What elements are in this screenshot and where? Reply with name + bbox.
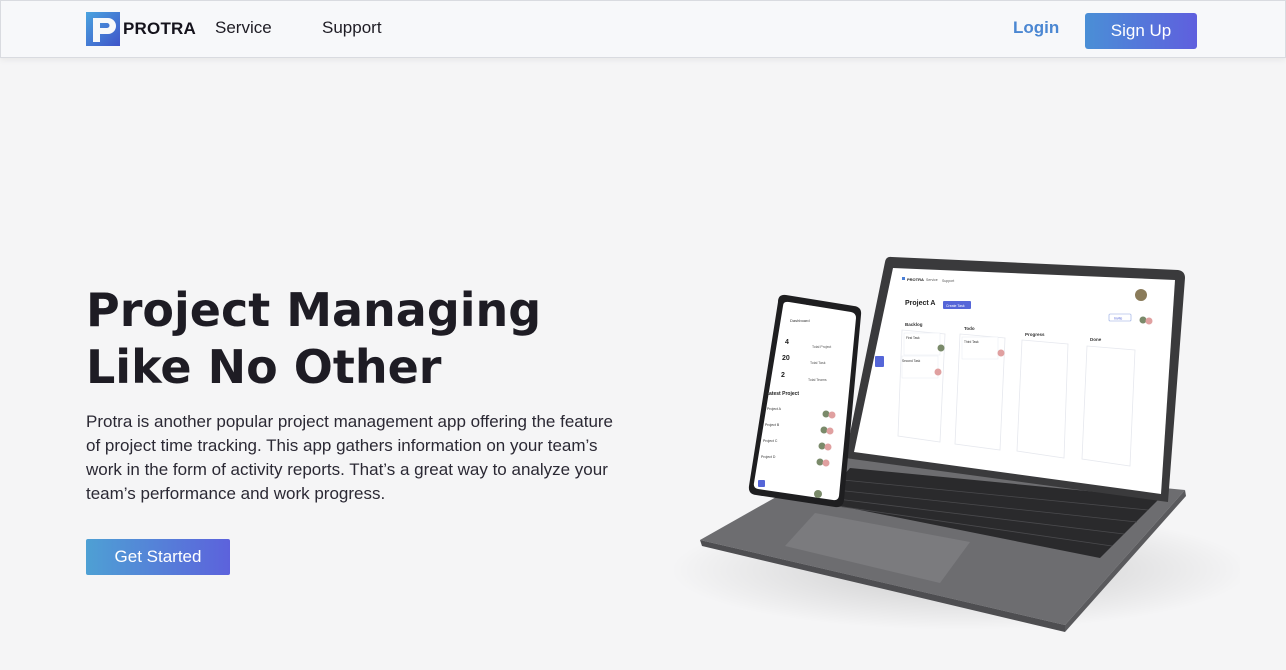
hero-title-line1: Project Managing xyxy=(86,283,542,337)
hero-description: Protra is another popular project manage… xyxy=(86,412,614,503)
protra-logo-icon xyxy=(86,12,120,46)
phone-stat-label-2: Total Teams xyxy=(808,378,827,382)
phone-project-1: Project B xyxy=(765,423,780,427)
signup-button[interactable]: Sign Up xyxy=(1085,13,1197,49)
login-link[interactable]: Login xyxy=(1013,18,1059,38)
phone-stat-label-0: Total Project xyxy=(812,345,831,349)
laptop-column-backlog: Backlog xyxy=(905,322,923,327)
brand-logo[interactable]: PROTRA xyxy=(86,12,196,46)
device-mockup-illustration: PROTRA Service Support Project A Create … xyxy=(670,256,1240,632)
device-mockup-image: PROTRA Service Support Project A Create … xyxy=(640,240,1240,650)
phone-dashboard-title: Dashboard xyxy=(790,318,810,323)
laptop-card-second-task: Second Task xyxy=(902,359,921,363)
laptop-card-first-task: First Task xyxy=(906,336,920,340)
phone-project-2: Project C xyxy=(763,439,778,443)
phone-latest-title: Latest Project xyxy=(766,391,799,397)
laptop-avatar xyxy=(1135,289,1147,301)
nav-link-support[interactable]: Support xyxy=(322,18,382,38)
phone-stat-value-0: 4 xyxy=(785,339,789,346)
laptop-nav-support: Support xyxy=(942,279,954,283)
laptop-column-done: Done xyxy=(1090,337,1102,342)
phone-device: Dashboard 4 Total Project 20 Total Task … xyxy=(748,294,862,508)
phone-project-0: Project A xyxy=(767,407,782,411)
laptop-project-title: Project A xyxy=(905,300,935,307)
laptop-column-progress: Progress xyxy=(1025,332,1045,337)
get-started-button[interactable]: Get Started xyxy=(86,539,230,575)
hero-title-line2: Like No Other xyxy=(86,340,442,394)
laptop-invite-label: Invite xyxy=(1114,317,1122,321)
laptop-create-task-label: Create Task xyxy=(946,304,965,308)
laptop-nav-service: Service xyxy=(926,278,938,282)
laptop-brand: PROTRA xyxy=(907,277,924,282)
nav-link-service[interactable]: Service xyxy=(215,18,272,38)
phone-stat-label-1: Total Task xyxy=(810,361,826,365)
laptop-card-third-task: Third Task xyxy=(964,340,979,344)
phone-stat-value-2: 2 xyxy=(781,372,785,379)
laptop-column-todo: Todo xyxy=(964,326,975,331)
phone-project-3: Project D xyxy=(761,455,776,459)
brand-name: PROTRA xyxy=(123,19,196,38)
hero-title: Project Managing Like No Other xyxy=(86,282,606,396)
phone-stat-value-1: 20 xyxy=(782,355,790,362)
top-navbar: PROTRA Service Support Login Sign Up xyxy=(0,0,1286,58)
